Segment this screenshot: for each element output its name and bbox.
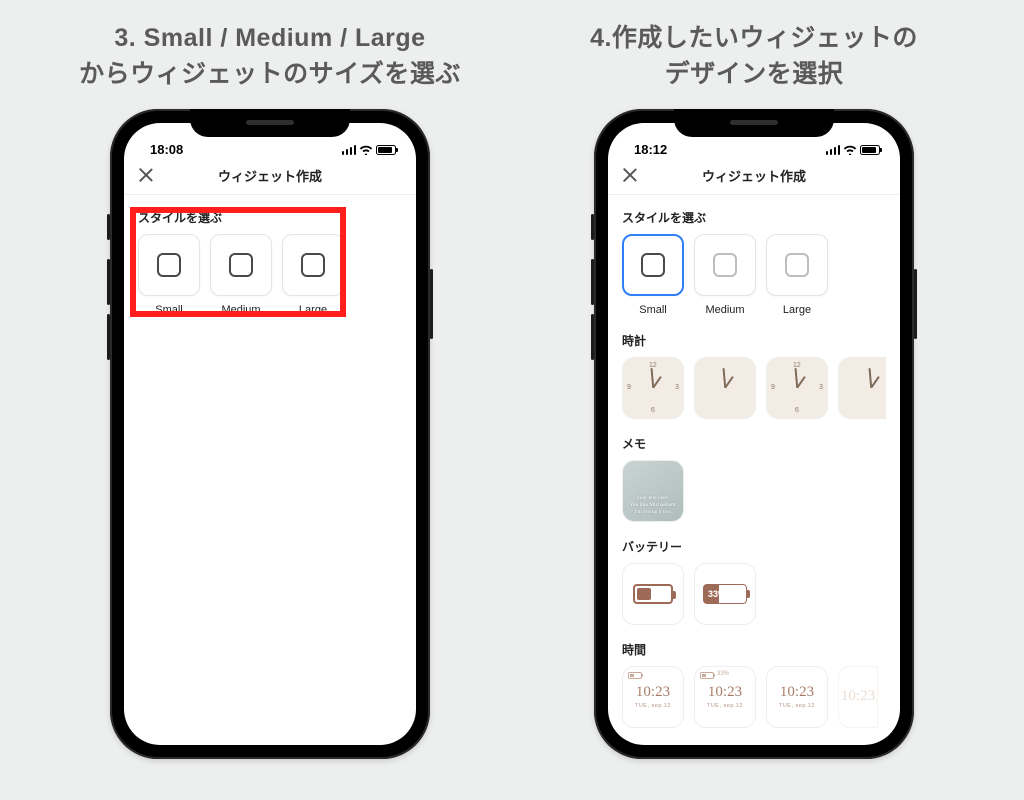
size-option-label: Large [766,304,828,316]
caption-line-2: からウィジェットのサイズを選ぶ [79,60,461,88]
size-option-large[interactable]: Large [766,234,828,316]
time-widget-date: TUE, sep.12 [635,703,671,709]
step-4-column: 4.作成したいウィジェットの デザインを選択 18:12 [524,0,984,800]
signal-icon [826,145,841,155]
phone-volume-down [107,314,110,360]
phone-left: 18:08 ウィジェット作成 スタイルを選ぶ [110,109,430,759]
clock-widget-option[interactable]: 12 3 6 9 [622,357,684,419]
battery-icon [376,145,396,155]
nav-header: ウィジェット作成 [608,157,900,195]
battery-widget-option[interactable]: 33% [694,563,756,625]
phone-volume-up [107,259,110,305]
size-picker: Small Medium Large [622,234,886,316]
time-widget-option[interactable]: 33% 10:23 TUE, sep.12 [694,666,756,728]
battery-widget-option[interactable] [622,563,684,625]
step-3-caption: 3. Small / Medium / Large からウィジェットのサイズを選… [40,20,500,93]
wifi-icon [843,144,857,158]
clock-widget-option[interactable]: 12 3 6 9 [766,357,828,419]
phone-mute-switch [591,214,594,240]
memo-widget-row: your text here. You like Michaelism. I'm… [622,460,886,522]
phone-power-button [430,269,433,339]
time-widget-time: 10:23 [841,688,875,705]
memo-widget-option[interactable]: your text here. You like Michaelism. I'm… [622,460,684,522]
size-option-medium[interactable]: Medium [694,234,756,316]
time-widget-option[interactable]: 10:23 TUE, sep.12 [622,666,684,728]
close-icon[interactable] [138,167,154,183]
section-time-label: 時間 [622,641,886,658]
section-clock-label: 時計 [622,332,886,349]
size-option-label: Medium [694,304,756,316]
step-4-caption: 4.作成したいウィジェットの デザインを選択 [524,20,984,93]
phone-right: 18:12 ウィジェット作成 スタイルを選ぶ [594,109,914,759]
phone-volume-up [591,259,594,305]
close-icon[interactable] [622,167,638,183]
memo-line: I'm loving it too. [635,509,672,516]
phone-power-button [914,269,917,339]
caption-line-2: デザインを選択 [665,60,844,88]
screen-right: 18:12 ウィジェット作成 スタイルを選ぶ [608,123,900,745]
signal-icon [342,145,357,155]
time-widget-row: 10:23 TUE, sep.12 33% 10:23 TUE, sep.12 … [622,666,886,728]
screen-left: 18:08 ウィジェット作成 スタイルを選ぶ [124,123,416,745]
phone-mute-switch [107,214,110,240]
nav-title: ウィジェット作成 [124,166,416,185]
size-option-small[interactable]: Small [622,234,684,316]
section-memo-label: メモ [622,435,886,452]
section-battery-label: バッテリー [622,538,886,555]
caption-line-1: 4.作成したいウィジェットの [590,24,918,52]
wifi-icon [359,144,373,158]
size-option-label: Small [622,304,684,316]
phone-volume-down [591,314,594,360]
clock-widget-row: 12 3 6 9 12 [622,357,886,419]
time-widget-option[interactable]: 10:23 TUE, sep.12 [766,666,828,728]
clock-widget-option[interactable] [694,357,756,419]
step-3-column: 3. Small / Medium / Large からウィジェットのサイズを選… [40,0,500,800]
time-widget-date: TUE, sep.12 [707,703,743,709]
battery-icon [860,145,880,155]
nav-title: ウィジェット作成 [608,166,900,185]
nav-header: ウィジェット作成 [124,157,416,195]
time-widget-time: 10:23 [708,684,742,701]
phone-notch [674,109,834,137]
clock-widget-option[interactable] [838,357,886,419]
time-widget-time: 10:23 [636,684,670,701]
highlight-box [130,207,346,317]
phone-notch [190,109,350,137]
style-section-label: スタイルを選ぶ [622,209,886,226]
time-widget-time: 10:23 [780,684,814,701]
caption-line-1: 3. Small / Medium / Large [114,24,425,52]
status-time: 18:12 [634,142,667,157]
time-widget-option[interactable]: 10:23 [838,666,878,728]
battery-widget-row: 33% [622,563,886,625]
time-widget-batt-pct: 33% [717,671,729,677]
status-time: 18:08 [150,142,183,157]
time-widget-date: TUE, sep.12 [779,703,815,709]
